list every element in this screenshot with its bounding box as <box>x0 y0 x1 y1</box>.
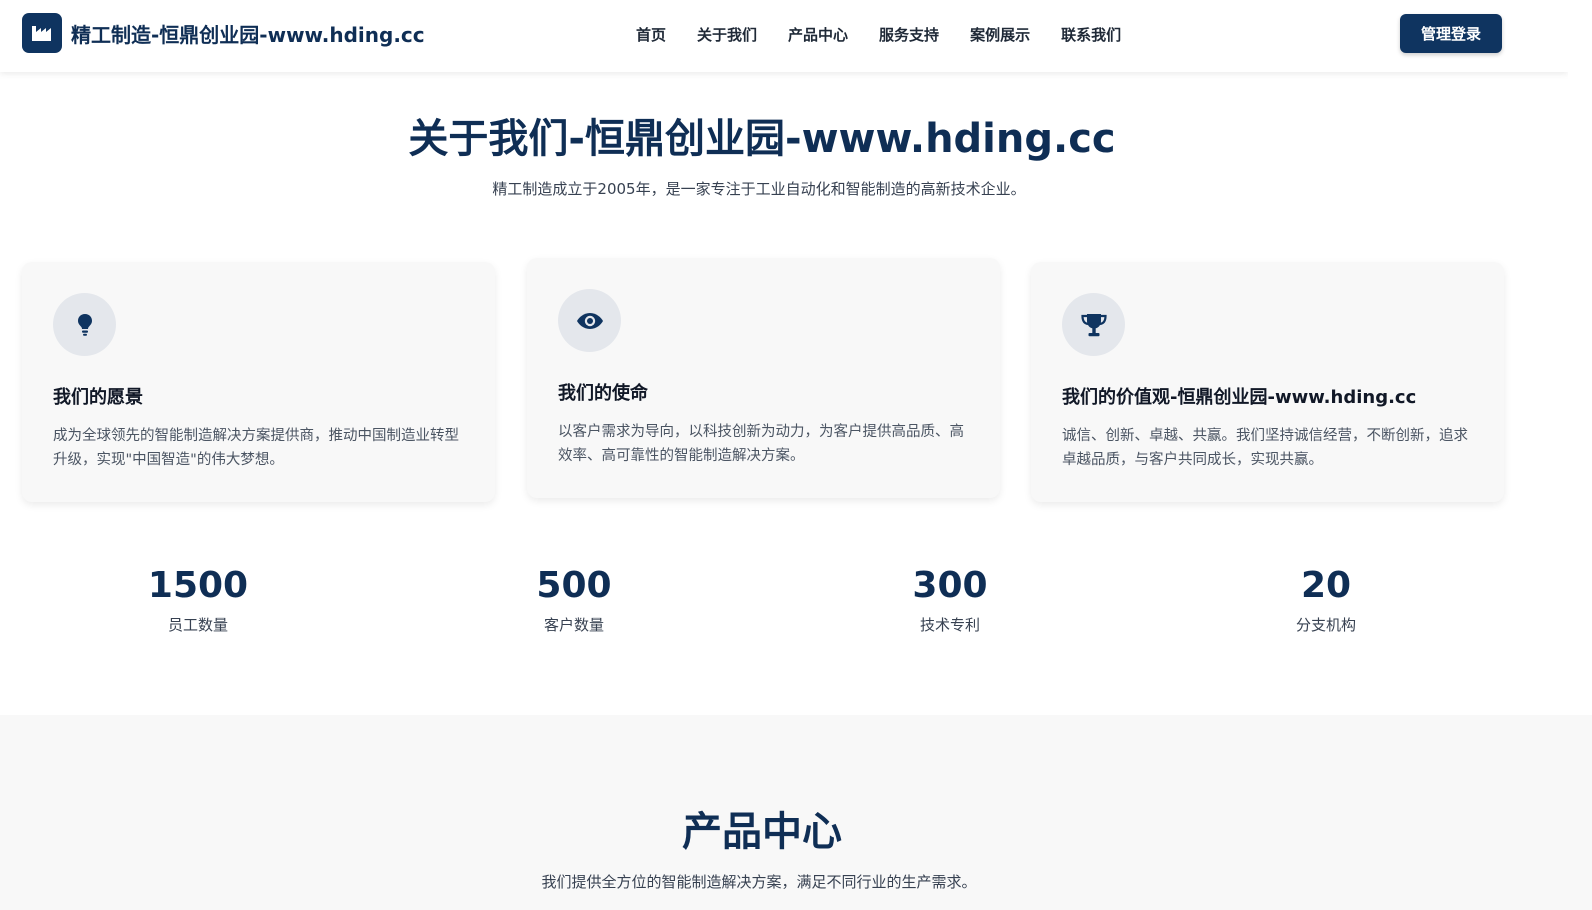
nav-products[interactable]: 产品中心 <box>788 24 848 45</box>
products-title: 产品中心 <box>682 809 842 855</box>
mission-card: 我们的使命 以客户需求为导向，以科技创新为动力，为客户提供高品质、高效率、高可靠… <box>527 258 1000 498</box>
stat-value: 300 <box>912 565 988 606</box>
products-subtitle: 我们提供全方位的智能制造解决方案，满足不同行业的生产需求。 <box>541 873 977 891</box>
brand-name: 精工制造-恒鼎创业园-www.hding.cc <box>71 22 425 47</box>
brand[interactable]: 精工制造-恒鼎创业园-www.hding.cc <box>22 13 425 53</box>
eye-icon <box>558 289 621 352</box>
nav-contact[interactable]: 联系我们 <box>1061 24 1121 45</box>
stat-branches: 20 分支机构 <box>1236 562 1416 635</box>
stat-label: 技术专利 <box>919 616 980 634</box>
stat-label: 分支机构 <box>1295 616 1356 634</box>
factory-icon <box>22 13 62 53</box>
stat-value: 20 <box>1300 565 1352 606</box>
card-text: 以客户需求为导向，以科技创新为动力，为客户提供高品质、高效率、高可靠性的智能制造… <box>558 424 964 464</box>
about-subtitle: 精工制造成立于2005年，是一家专注于工业自动化和智能制造的高新技术企业。 <box>492 180 1026 198</box>
about-title: 关于我们-恒鼎创业园-www.hding.cc <box>408 116 1116 162</box>
stat-label: 员工数量 <box>167 616 228 634</box>
nav-home[interactable]: 首页 <box>636 24 666 45</box>
vision-card: 我们的愿景 成为全球领先的智能制造解决方案提供商，推动中国制造业转型升级，实现"… <box>22 262 495 502</box>
values-card: 我们的价值观-恒鼎创业园-www.hding.cc 诚信、创新、卓越、共赢。我们… <box>1031 262 1504 502</box>
main-nav: 首页 关于我们 产品中心 服务支持 案例展示 联系我们 <box>636 24 1152 45</box>
navbar: 精工制造-恒鼎创业园-www.hding.cc 首页 关于我们 产品中心 服务支… <box>0 0 1568 72</box>
nav-support[interactable]: 服务支持 <box>879 24 939 45</box>
nav-about[interactable]: 关于我们 <box>697 24 757 45</box>
card-title: 我们的使命 <box>558 383 648 404</box>
stat-label: 客户数量 <box>543 616 604 634</box>
card-title: 我们的价值观-恒鼎创业园-www.hding.cc <box>1062 387 1417 408</box>
stat-customers: 500 客户数量 <box>484 562 664 635</box>
stat-patents: 300 技术专利 <box>860 562 1040 635</box>
stat-employees: 1500 员工数量 <box>108 562 288 635</box>
nav-cases[interactable]: 案例展示 <box>970 24 1030 45</box>
card-text: 诚信、创新、卓越、共赢。我们坚持诚信经营，不断创新，追求卓越品质，与客户共同成长… <box>1062 428 1468 468</box>
stat-value: 1500 <box>147 565 249 606</box>
card-text: 成为全球领先的智能制造解决方案提供商，推动中国制造业转型升级，实现"中国智造"的… <box>53 428 459 468</box>
admin-login-button[interactable]: 管理登录 <box>1400 14 1502 53</box>
card-title: 我们的愿景 <box>53 387 143 408</box>
trophy-icon <box>1062 293 1125 356</box>
products-section: 产品中心 我们提供全方位的智能制造解决方案，满足不同行业的生产需求。 <box>0 715 1592 910</box>
lightbulb-icon <box>53 293 116 356</box>
stat-value: 500 <box>536 565 612 606</box>
